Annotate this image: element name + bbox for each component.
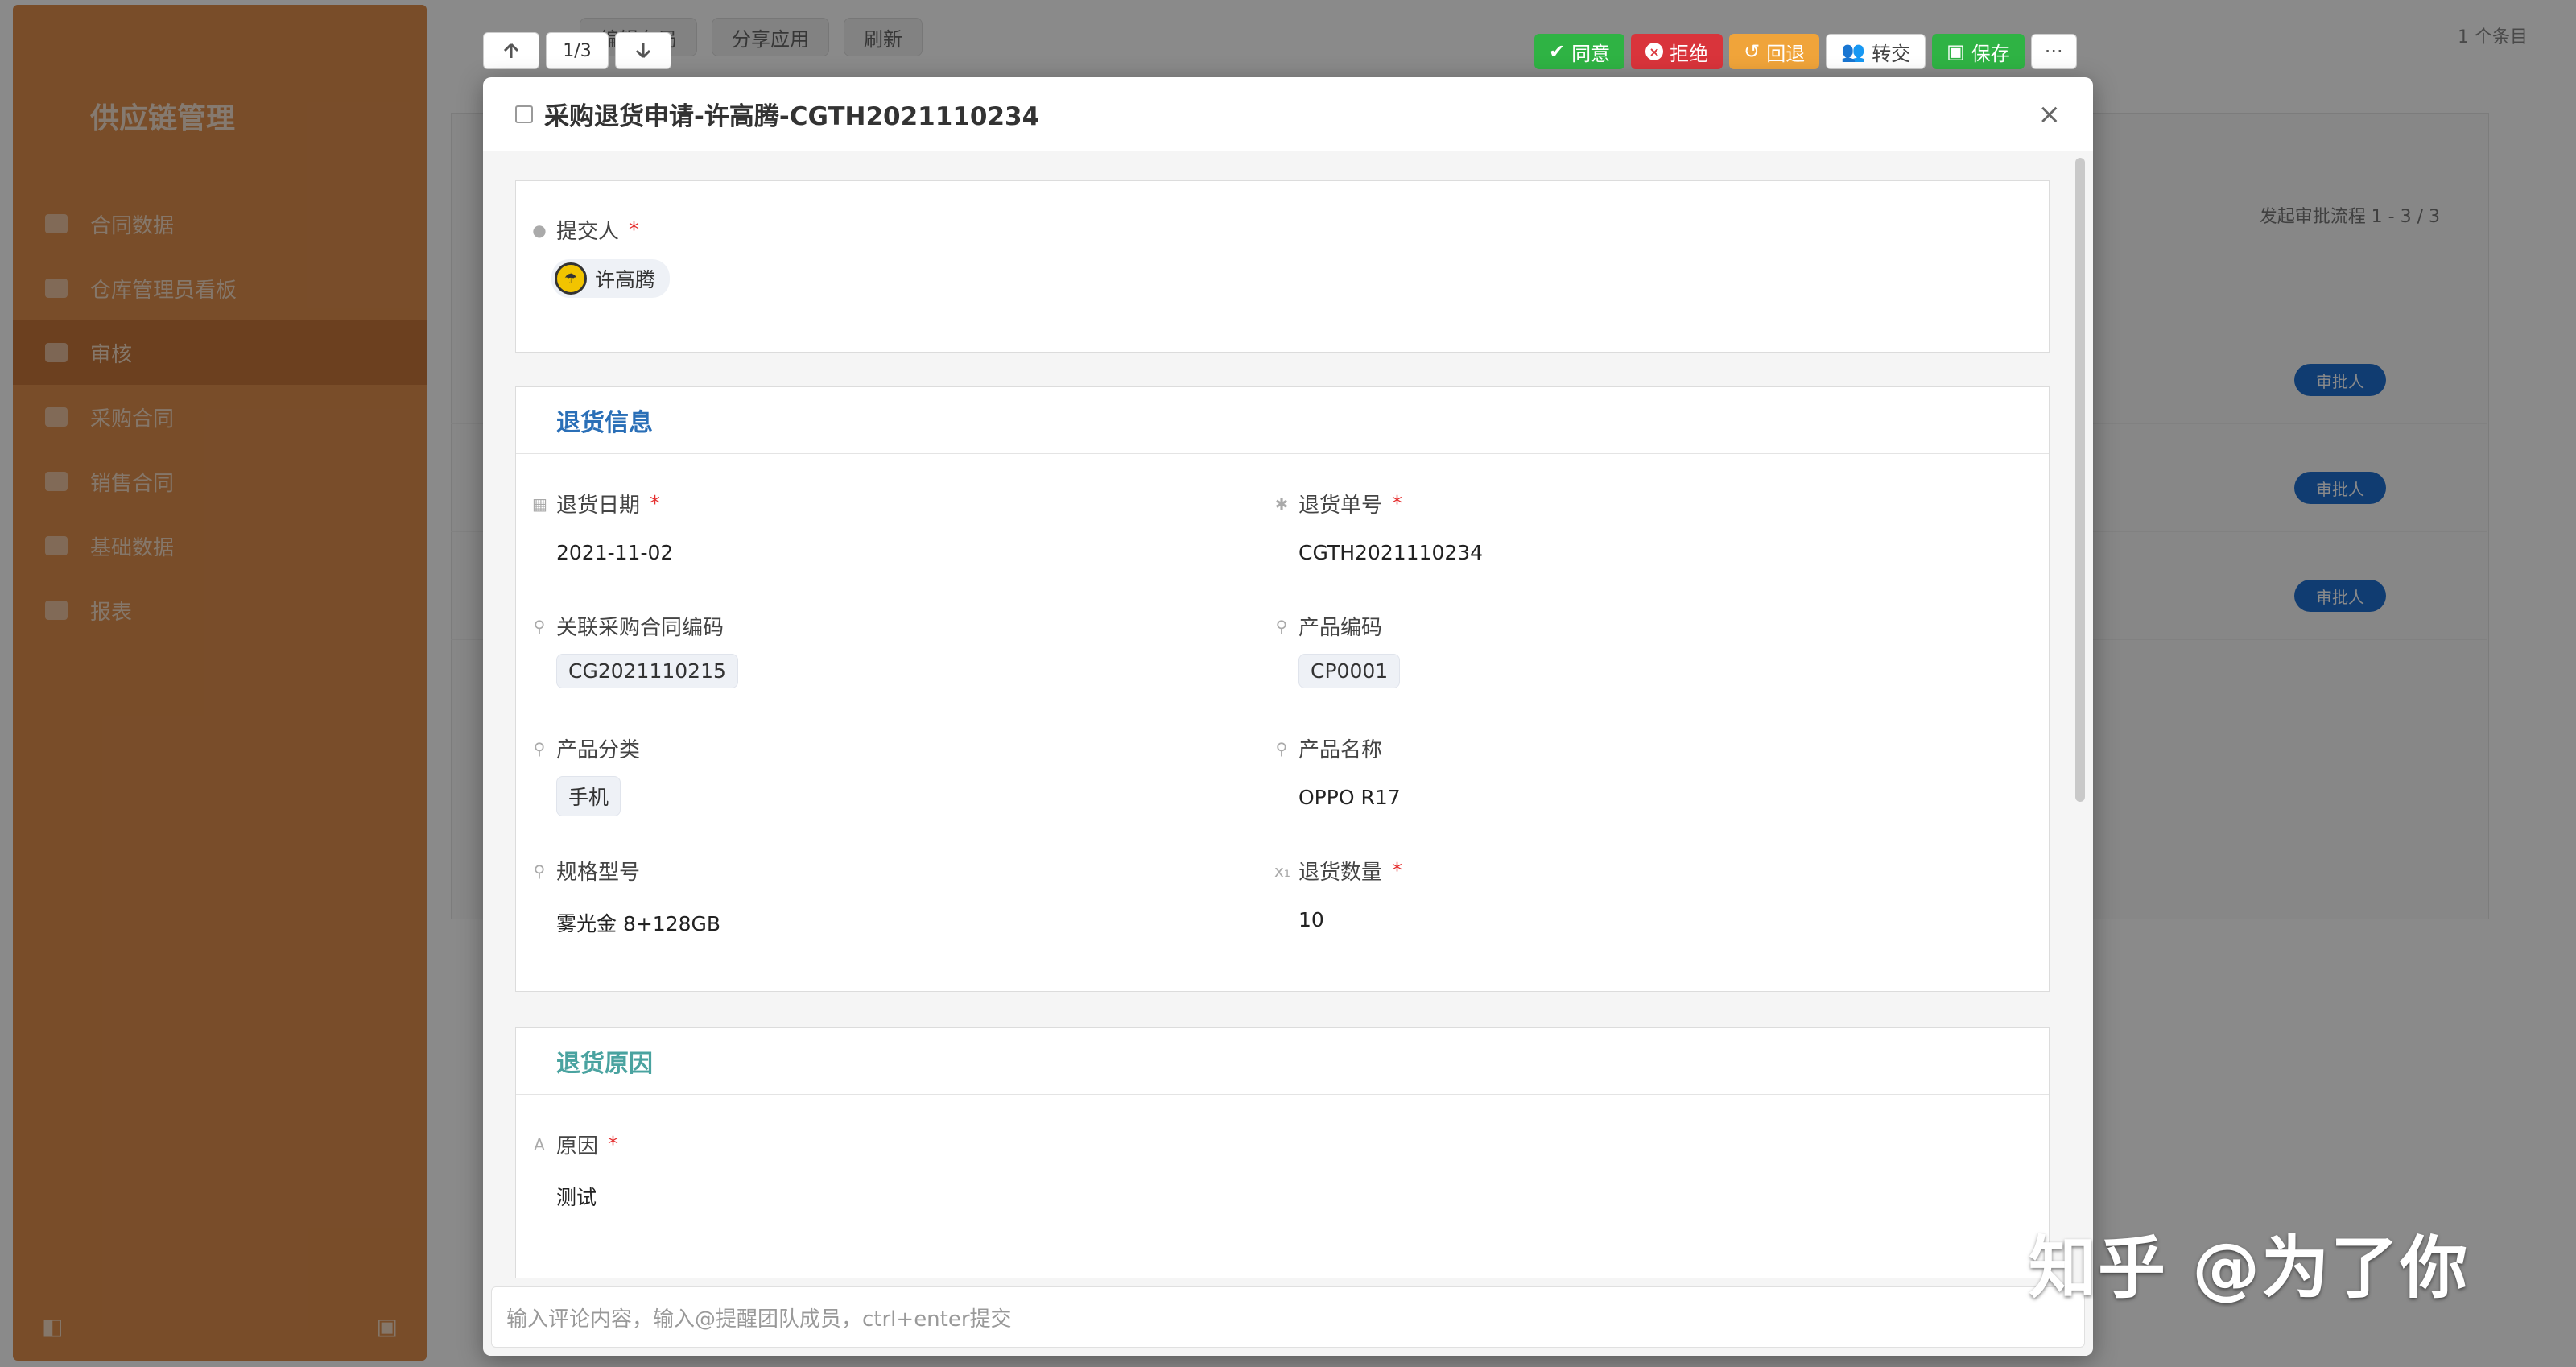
- comment-input[interactable]: 输入评论内容，输入@提醒团队成员，ctrl+enter提交: [491, 1286, 2085, 1348]
- product-name-value: OPPO R17: [1298, 786, 1401, 809]
- submitter-field: ● 提交人 * ☂ 许高腾: [532, 215, 671, 298]
- spec-field: ⚲ 规格型号 雾光金 8+128GB: [533, 861, 721, 935]
- approve-button[interactable]: ✔ 同意: [1534, 34, 1625, 69]
- number-icon: x₁: [1274, 861, 1290, 881]
- reason-field: A 原因 * 测试: [532, 1130, 618, 1211]
- category-field: ⚲ 产品分类 手机: [532, 733, 640, 816]
- quantity-field: x₁ 退货数量 * 10: [1274, 858, 1403, 932]
- submitter-card: ● 提交人 * ☂ 许高腾: [515, 180, 2050, 353]
- scrollbar[interactable]: [2075, 158, 2085, 802]
- more-button[interactable]: ···: [2030, 34, 2077, 69]
- section-title: 退货信息: [516, 387, 2049, 454]
- record-navigator: 1/3: [483, 32, 671, 69]
- user-chip[interactable]: ☂ 许高腾: [551, 259, 671, 298]
- copy-icon: [515, 105, 533, 123]
- return-date-value: 2021-11-02: [556, 541, 674, 564]
- reason-value: 测试: [556, 1186, 597, 1209]
- text-icon: A: [534, 1134, 545, 1154]
- times-circle-icon: ×: [1645, 43, 1664, 60]
- reject-button[interactable]: × 拒绝: [1631, 34, 1724, 69]
- link-icon: ⚲: [533, 738, 546, 758]
- users-icon: 👥: [1841, 40, 1866, 63]
- spec-value: 雾光金 8+128GB: [556, 912, 721, 935]
- product-name-field: ⚲ 产品名称 OPPO R17: [1275, 738, 1401, 809]
- asterisk-icon: ✱: [1274, 494, 1289, 514]
- undo-icon: ↺: [1744, 40, 1761, 63]
- section-title: 退货原因: [516, 1028, 2049, 1095]
- check-icon: ✔: [1549, 40, 1566, 63]
- rollback-button[interactable]: ↺ 回退: [1729, 34, 1820, 69]
- action-toolbar: ✔ 同意 × 拒绝 ↺ 回退 👥 转交 ▣ 保存 ···: [1534, 34, 2077, 69]
- return-reason-section: 退货原因 A 原因 * 测试: [515, 1027, 2050, 1278]
- watermark: 知乎 @为了你: [2029, 1229, 2470, 1307]
- record-counter: 1/3: [546, 32, 609, 69]
- quantity-value: 10: [1298, 908, 1324, 931]
- link-icon: ⚲: [533, 616, 546, 636]
- arrow-down-icon[interactable]: [615, 32, 671, 69]
- modal-title: 采购退货申请-许高腾-CGTH2021110234: [544, 102, 1040, 131]
- product-code-field: ⚲ 产品编码 CP0001: [1274, 611, 1401, 688]
- user-icon: ●: [532, 220, 547, 240]
- avatar: ☂: [555, 262, 587, 295]
- floppy-icon: ▣: [1946, 40, 1965, 63]
- return-no-field: ✱ 退货单号 * CGTH2021110234: [1274, 491, 1484, 565]
- contract-code-chip[interactable]: CG2021110215: [556, 654, 738, 688]
- product-code-chip[interactable]: CP0001: [1298, 654, 1401, 688]
- return-date-field: ▦ 退货日期 * 2021-11-02: [532, 491, 674, 565]
- modal-body[interactable]: ● 提交人 * ☂ 许高腾 退货信息 ▦ 退货日期 * 2021-11-02 ✱ 退货单号…: [483, 151, 2093, 1278]
- category-chip[interactable]: 手机: [556, 776, 621, 816]
- return-no-value: CGTH2021110234: [1298, 541, 1484, 564]
- close-icon[interactable]: ×: [2038, 98, 2062, 130]
- contract-code-field: ⚲ 关联采购合同编码 CG2021110215: [532, 611, 738, 688]
- link-icon: ⚲: [1275, 738, 1288, 758]
- transfer-button[interactable]: 👥 转交: [1826, 34, 1926, 69]
- link-icon: ⚲: [533, 861, 546, 881]
- modal-footer: 输入评论内容，输入@提醒团队成员，ctrl+enter提交: [483, 1278, 2093, 1356]
- modal-header: 采购退货申请-许高腾-CGTH2021110234 ×: [483, 77, 2093, 151]
- arrow-up-icon[interactable]: [483, 32, 539, 69]
- record-modal: 采购退货申请-许高腾-CGTH2021110234 × ● 提交人 * ☂ 许高腾 …: [483, 77, 2093, 1356]
- calendar-icon: ▦: [532, 494, 547, 514]
- save-button[interactable]: ▣ 保存: [1932, 34, 2025, 69]
- return-info-section: 退货信息 ▦ 退货日期 * 2021-11-02 ✱ 退货单号 * CGTH202111…: [515, 386, 2050, 992]
- link-icon: ⚲: [1275, 616, 1288, 636]
